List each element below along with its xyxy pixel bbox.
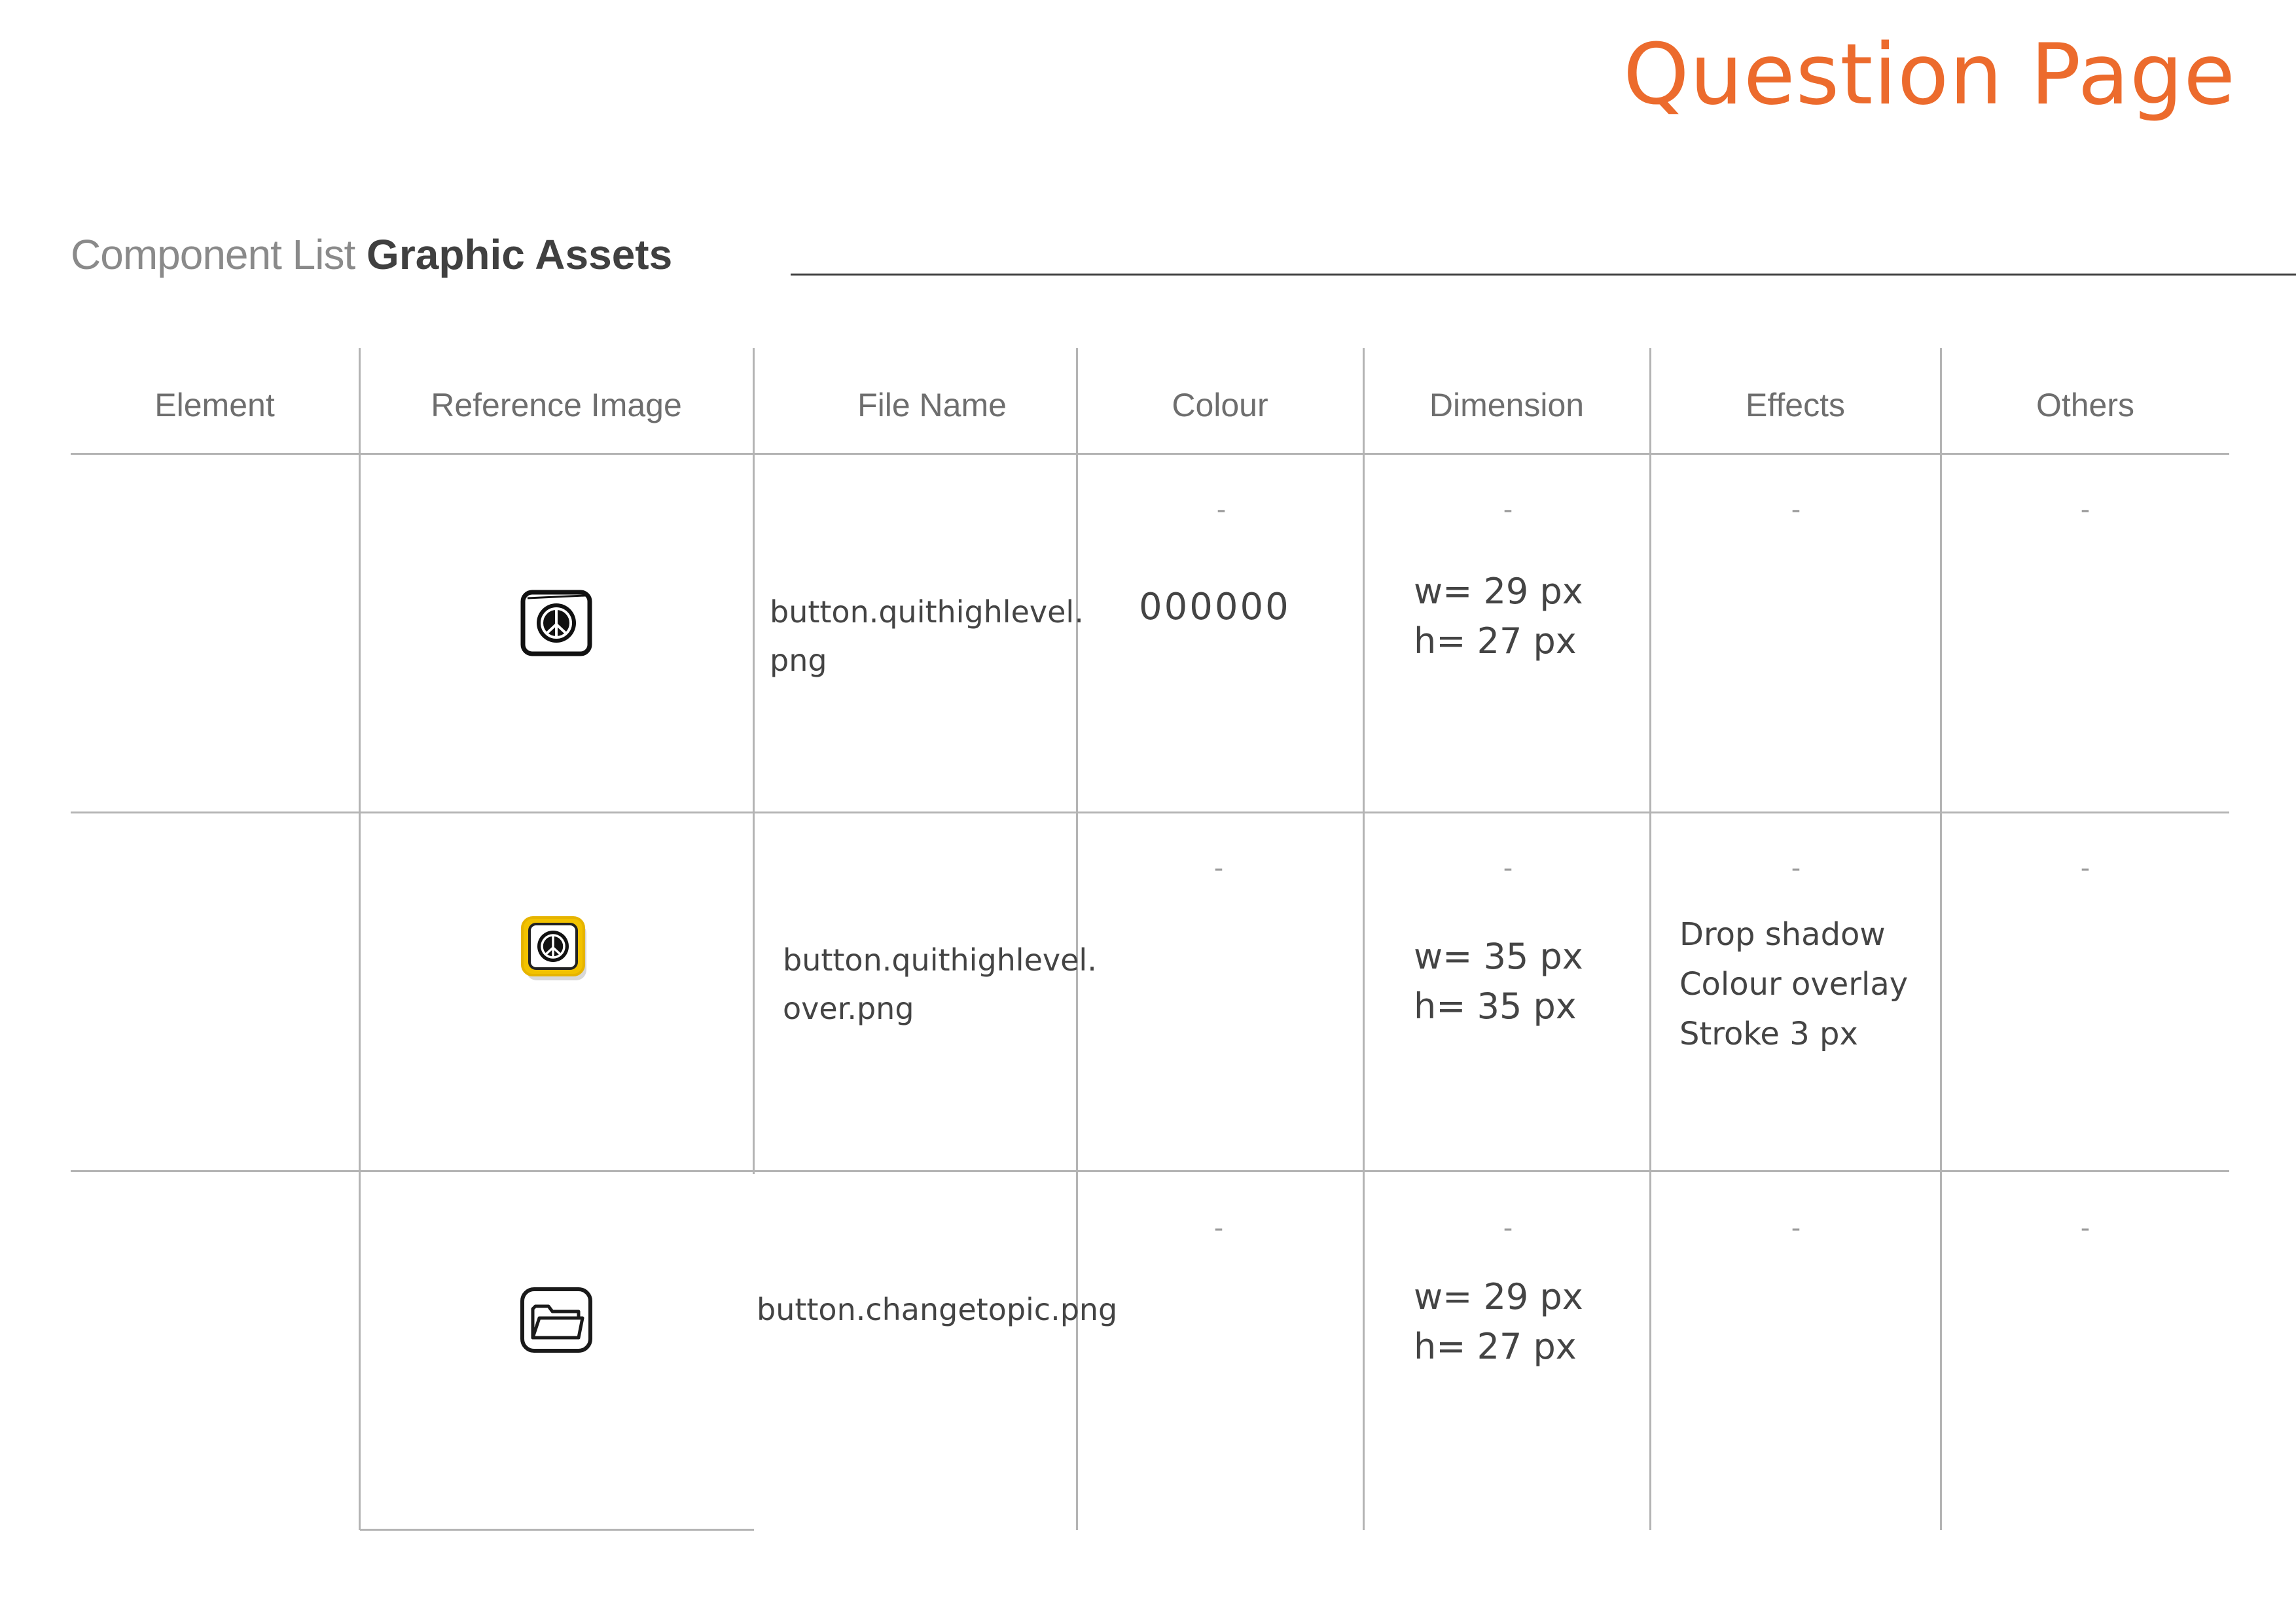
column-header-element: Element bbox=[154, 387, 275, 423]
section-heading-light: Component List bbox=[71, 231, 355, 278]
colour-dash: - bbox=[1216, 495, 1227, 525]
file-name-line: png bbox=[770, 643, 827, 678]
table-rule-header bbox=[71, 453, 2229, 455]
section-heading-bold: Graphic Assets bbox=[367, 231, 673, 278]
file-name-line: over.png bbox=[783, 991, 914, 1026]
effects-line: Stroke 3 px bbox=[1679, 1016, 1858, 1052]
table-column-divider bbox=[1363, 348, 1365, 1530]
colour-dash: - bbox=[1213, 853, 1224, 883]
dimension-height: h= 35 px bbox=[1414, 986, 1577, 1027]
peace-symbol-highlighted-icon bbox=[518, 914, 592, 983]
table-column-divider bbox=[359, 348, 361, 1530]
column-header-dimension: Dimension bbox=[1429, 387, 1585, 423]
colour-dash: - bbox=[1213, 1213, 1224, 1243]
dimension-height: h= 27 px bbox=[1414, 1326, 1577, 1367]
page-title: Question Page bbox=[1623, 26, 2236, 124]
table-rule-row-2 bbox=[71, 1170, 2229, 1172]
column-header-colour: Colour bbox=[1172, 387, 1268, 423]
peace-symbol-icon bbox=[520, 589, 593, 657]
folder-icon bbox=[518, 1285, 594, 1355]
effects-line: Colour overlay bbox=[1679, 966, 1909, 1003]
heading-rule bbox=[791, 274, 2296, 276]
dimension-width: w= 29 px bbox=[1414, 1276, 1583, 1317]
column-header-others: Others bbox=[2036, 387, 2135, 423]
dimension-dash: - bbox=[1503, 853, 1513, 883]
column-header-file-name: File Name bbox=[857, 387, 1007, 423]
effects-dash: - bbox=[1791, 853, 1801, 883]
section-heading: Component List Graphic Assets bbox=[71, 230, 672, 279]
dimension-height: h= 27 px bbox=[1414, 620, 1577, 662]
others-dash: - bbox=[2080, 495, 2090, 525]
table-column-divider bbox=[753, 348, 755, 1174]
column-header-effects: Effects bbox=[1746, 387, 1845, 423]
colour-value: 000000 bbox=[1139, 586, 1291, 628]
others-dash: - bbox=[2080, 1213, 2090, 1243]
column-header-reference-image: Reference Image bbox=[431, 387, 682, 423]
file-name-line: button.quithighlevel. bbox=[770, 594, 1084, 630]
table-rule-row-1 bbox=[71, 812, 2229, 813]
table-column-divider bbox=[1649, 348, 1651, 1530]
others-dash: - bbox=[2080, 853, 2090, 883]
dimension-width: w= 29 px bbox=[1414, 571, 1583, 612]
effects-dash: - bbox=[1791, 1213, 1801, 1243]
file-name-line: button.quithighlevel. bbox=[783, 942, 1097, 978]
dimension-dash: - bbox=[1503, 495, 1513, 525]
effects-dash: - bbox=[1791, 495, 1801, 525]
effects-line: Drop shadow bbox=[1679, 916, 1886, 953]
file-name-line: button.changetopic.png bbox=[757, 1292, 1118, 1327]
table-rule-row-3 bbox=[360, 1529, 754, 1531]
dimension-width: w= 35 px bbox=[1414, 936, 1583, 977]
dimension-dash: - bbox=[1503, 1213, 1513, 1243]
table-column-divider bbox=[1940, 348, 1942, 1530]
